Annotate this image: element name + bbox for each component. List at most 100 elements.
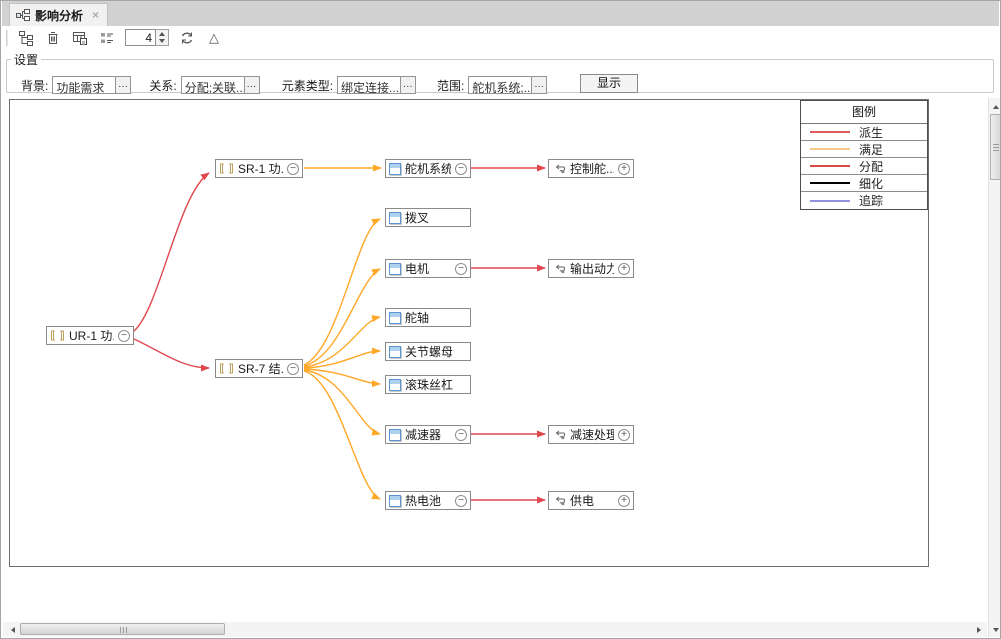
legend-row-derive: 派生 [801, 124, 927, 141]
edge-satisfy-sr7-redianchi [304, 371, 380, 499]
block-icon [389, 163, 401, 175]
list-view-button[interactable] [98, 29, 116, 47]
collapse-icon[interactable]: − [455, 263, 467, 275]
node-control-rudder[interactable]: 控制舵... + [548, 159, 634, 178]
collapse-icon[interactable]: − [455, 495, 467, 507]
node-label: SR-1 功... [238, 160, 283, 177]
node-redianchi[interactable]: 热电池 − [385, 491, 471, 510]
node-dianji[interactable]: 电机 − [385, 259, 471, 278]
scope-value[interactable]: 舵机系统;... [469, 77, 531, 93]
requirement-icon [219, 363, 234, 374]
node-output-power[interactable]: 输出动力 + [548, 259, 634, 278]
export-table-button[interactable] [71, 29, 89, 47]
collapse-icon[interactable]: − [455, 163, 467, 175]
expand-icon[interactable]: + [618, 263, 630, 275]
element-type-value[interactable]: 绑定连接... [338, 77, 400, 93]
node-label: SR-7 结... [238, 360, 283, 377]
depth-spinner-value[interactable]: 4 [125, 29, 156, 46]
collapse-icon[interactable]: − [287, 163, 299, 175]
impact-analysis-icon [16, 9, 30, 21]
satisfy-line-swatch [810, 148, 850, 150]
scroll-down-button[interactable] [989, 623, 1001, 636]
node-gunzhu-sigang[interactable]: 滚珠丝杠 [385, 375, 471, 394]
vertical-scrollbar-thumb[interactable] [990, 114, 1001, 180]
edge-satisfy-sr7-gunzhu [304, 369, 380, 384]
field-scope-label: 范围: [437, 77, 464, 94]
settings-row: 背景: 功能需求 ... 关系: 分配;关联... ... 元素类型: 绑定连接… [7, 76, 993, 94]
block-icon [389, 346, 401, 358]
action-icon [552, 164, 566, 174]
collapse-icon[interactable]: − [455, 429, 467, 441]
edge-satisfy-sr7-dianji [304, 269, 380, 366]
node-ur1[interactable]: UR-1 功... − [46, 326, 134, 345]
collapse-icon[interactable]: − [118, 330, 130, 342]
block-icon [389, 263, 401, 275]
node-gongdian[interactable]: 供电 + [548, 491, 634, 510]
delete-button[interactable] [44, 29, 62, 47]
requirement-icon [50, 330, 65, 341]
allocate-line-swatch [810, 165, 850, 167]
legend-title: 图例 [801, 101, 927, 124]
node-label: 关节螺母 [405, 343, 467, 360]
spinner-down-button[interactable] [156, 38, 168, 46]
node-label: 减速处理 [570, 426, 614, 443]
expand-icon[interactable]: + [618, 429, 630, 441]
node-sr7[interactable]: SR-7 结... − [215, 359, 303, 378]
horizontal-scrollbar-thumb[interactable] [20, 623, 225, 635]
triangle-layout-button[interactable]: △ [205, 29, 223, 47]
expand-icon[interactable]: + [618, 163, 630, 175]
action-icon [552, 430, 566, 440]
vertical-scrollbar[interactable] [988, 98, 1001, 637]
edge-derive-ur1-sr1 [134, 173, 209, 331]
legend-label: 细化 [859, 175, 883, 192]
element-type-browse-button[interactable]: ... [400, 77, 415, 93]
node-bocha[interactable]: 拨叉 [385, 208, 471, 227]
settings-group: 设置 背景: 功能需求 ... 关系: 分配;关联... ... 元素类型: [6, 51, 994, 93]
scroll-left-button[interactable] [6, 623, 19, 636]
tab-title: 影响分析 [35, 7, 83, 24]
relation-browse-button[interactable]: ... [244, 77, 259, 93]
refresh-button[interactable] [178, 29, 196, 47]
tab-impact-analysis[interactable]: 影响分析 × [9, 3, 108, 26]
node-label: 减速器 [405, 426, 451, 443]
hierarchy-tree-button[interactable] [17, 29, 35, 47]
expand-icon[interactable]: + [618, 495, 630, 507]
field-element-type-label: 元素类型: [282, 77, 333, 94]
requirement-icon [219, 163, 234, 174]
legend-label: 派生 [859, 124, 883, 141]
horizontal-scrollbar[interactable] [3, 622, 987, 637]
block-icon [389, 212, 401, 224]
edge-satisfy-sr7-guanjie [304, 351, 380, 368]
background-value[interactable]: 功能需求 [53, 77, 115, 93]
scope-browse-button[interactable]: ... [531, 77, 546, 93]
node-sr1[interactable]: SR-1 功... − [215, 159, 303, 178]
depth-spinner: 4 [125, 29, 169, 46]
node-duozhou[interactable]: 舵轴 [385, 308, 471, 327]
edge-satisfy-sr7-bocha [304, 219, 380, 365]
node-label: UR-1 功... [69, 327, 114, 344]
refine-line-swatch [810, 182, 850, 184]
trace-line-swatch [810, 200, 850, 202]
node-servo-system[interactable]: 舵机系统 − [385, 159, 471, 178]
scroll-up-button[interactable] [989, 100, 1001, 113]
node-label: 滚珠丝杠 [405, 376, 467, 393]
collapse-icon[interactable]: − [287, 363, 299, 375]
tab-close-icon[interactable]: × [92, 8, 99, 22]
toolbar: 4 △ [2, 26, 999, 49]
display-button[interactable]: 显示 [580, 74, 638, 93]
node-guanjie-luomu[interactable]: 关节螺母 [385, 342, 471, 361]
scroll-right-button[interactable] [972, 623, 985, 636]
tab-strip: 影响分析 × [2, 1, 999, 26]
legend-row-trace: 追踪 [801, 192, 927, 209]
background-browse-button[interactable]: ... [115, 77, 130, 93]
relation-value[interactable]: 分配;关联... [182, 77, 244, 93]
node-label: 舵轴 [405, 309, 467, 326]
field-element-type: 元素类型: 绑定连接... ... [282, 76, 416, 94]
impact-analysis-window: 影响分析 × [0, 0, 1001, 639]
field-background: 背景: 功能需求 ... [21, 76, 131, 94]
legend-label: 满足 [859, 141, 883, 158]
node-jiansu-chuli[interactable]: 减速处理 + [548, 425, 634, 444]
node-jiansuqi[interactable]: 减速器 − [385, 425, 471, 444]
spinner-up-button[interactable] [156, 30, 168, 38]
node-label: 控制舵... [570, 160, 614, 177]
